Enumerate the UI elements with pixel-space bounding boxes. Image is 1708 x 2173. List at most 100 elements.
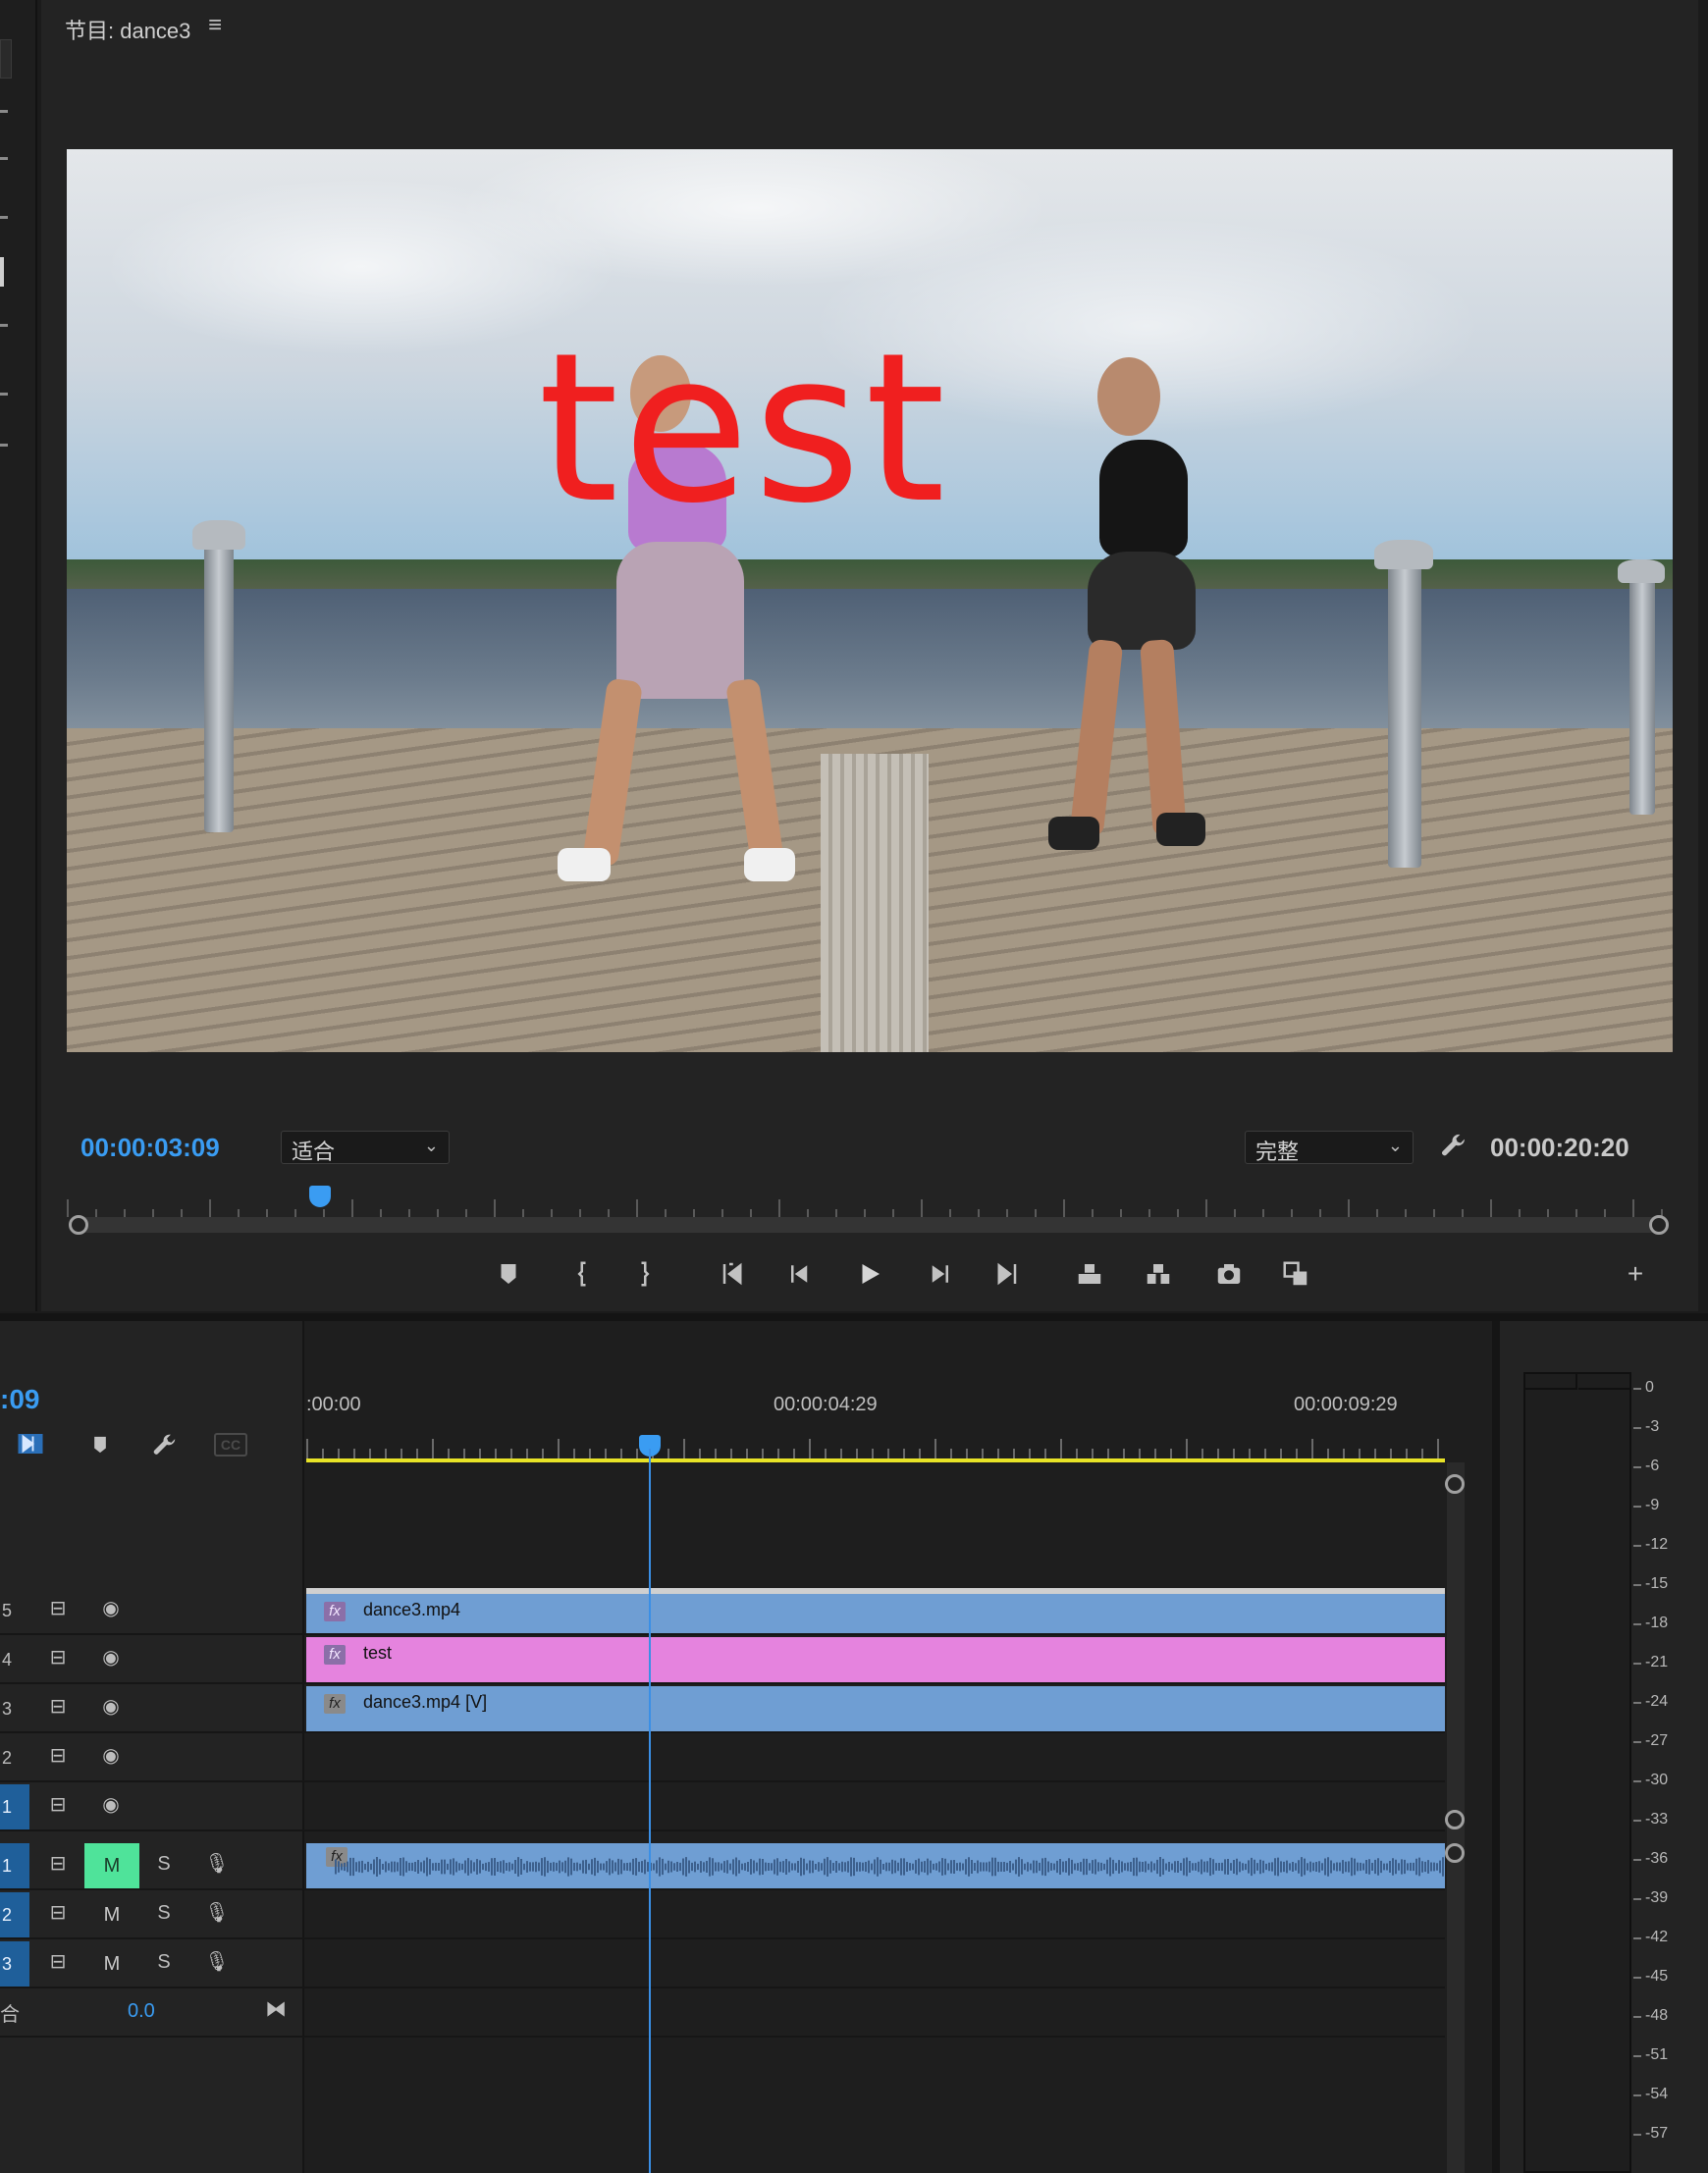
track-label[interactable]: 2	[0, 1735, 29, 1780]
sync-lock-icon[interactable]: ⊟	[43, 1790, 73, 1820]
microphone-icon[interactable]: 🎙	[202, 1947, 232, 1977]
meter-peak-right[interactable]	[1578, 1374, 1631, 1390]
mark-in-icon[interactable]	[561, 1252, 605, 1296]
dock-post-cap	[1618, 559, 1665, 583]
video-track-v1: 1 ⊟ ◉	[0, 1782, 1445, 1831]
eye-icon[interactable]: ◉	[96, 1790, 126, 1820]
video-scroll-handle-top[interactable]	[1445, 1474, 1465, 1494]
resolution-select[interactable]: 完整 ⌄	[1245, 1131, 1414, 1164]
comparison-icon[interactable]	[1274, 1252, 1317, 1296]
clip-test-v4[interactable]: fx test	[306, 1637, 1445, 1682]
title-overlay-text[interactable]: test	[538, 326, 949, 532]
monitor-title[interactable]: 节目: dance3	[65, 14, 190, 45]
track-label[interactable]: 1	[0, 1784, 29, 1829]
microphone-icon[interactable]: 🎙	[202, 1849, 232, 1879]
eye-icon[interactable]: ◉	[96, 1594, 126, 1623]
db-tick	[1633, 1623, 1641, 1625]
db-tick	[1633, 1584, 1641, 1586]
sync-lock-icon[interactable]: ⊟	[43, 1898, 73, 1928]
track-label[interactable]: 1	[0, 1843, 29, 1888]
track-label[interactable]: 2	[0, 1892, 29, 1937]
video-frame[interactable]: test	[67, 149, 1673, 1052]
marker-icon[interactable]	[487, 1252, 530, 1296]
db-label: -39	[1645, 1889, 1669, 1906]
db-label: -51	[1645, 2046, 1669, 2063]
playhead-timecode[interactable]: 00:00:03:09	[80, 1133, 220, 1163]
lift-icon[interactable]	[1068, 1252, 1111, 1296]
solo-button[interactable]: S	[149, 1898, 179, 1928]
fit-select-value: 适合	[292, 1140, 336, 1164]
solo-button[interactable]: S	[149, 1947, 179, 1977]
mute-button[interactable]: M	[84, 1941, 139, 1987]
panel-divider[interactable]	[0, 1313, 1708, 1321]
camera-icon[interactable]	[1207, 1252, 1251, 1296]
go-to-edit-point-icon[interactable]: ⧓	[265, 1996, 287, 2022]
db-label: -42	[1645, 1929, 1669, 1945]
audio-scroll-handle-top[interactable]	[1445, 1843, 1465, 1863]
microphone-icon[interactable]: 🎙	[202, 1898, 232, 1928]
eye-icon[interactable]: ◉	[96, 1643, 126, 1672]
mute-button[interactable]: M	[84, 1843, 139, 1888]
go-to-in-icon[interactable]	[713, 1252, 756, 1296]
dancer-right-top	[1099, 440, 1188, 557]
clip-dance3-v5[interactable]: fx dance3.mp4	[306, 1588, 1445, 1633]
db-tick	[1633, 2134, 1641, 2136]
step-back-icon[interactable]	[779, 1252, 823, 1296]
ruler-tick	[124, 1209, 126, 1217]
track-label[interactable]: 3	[0, 1686, 29, 1731]
zoom-handle-right[interactable]	[1649, 1215, 1669, 1235]
dancer-right-shorts	[1088, 552, 1196, 650]
meter-peak-left[interactable]	[1525, 1374, 1577, 1390]
work-area-bar[interactable]	[306, 1458, 1445, 1462]
ruler-tick	[152, 1209, 154, 1217]
step-forward-icon[interactable]	[917, 1252, 960, 1296]
eye-icon[interactable]: ◉	[96, 1741, 126, 1771]
mix-volume-value[interactable]: 0.0	[128, 2000, 155, 2023]
sync-lock-icon[interactable]: ⊟	[43, 1849, 73, 1879]
db-tick	[1633, 1427, 1641, 1429]
track-label[interactable]: 5	[0, 1588, 29, 1633]
db-tick	[1633, 1506, 1641, 1508]
sync-lock-icon[interactable]: ⊟	[43, 1594, 73, 1623]
clip-dance3-v3[interactable]: fx dance3.mp4 [V]	[306, 1686, 1445, 1731]
add-marker-icon[interactable]	[86, 1431, 116, 1460]
video-scroll-handle-bottom[interactable]	[1445, 1810, 1465, 1829]
timeline-ruler[interactable]: :00:00 00:00:04:29 00:00:09:29	[306, 1394, 1445, 1462]
ruler-tick	[1348, 1199, 1350, 1217]
plus-icon[interactable]: +	[1614, 1252, 1657, 1296]
sync-lock-icon[interactable]: ⊟	[43, 1643, 73, 1672]
timeline-settings-wrench-icon[interactable]	[149, 1431, 179, 1460]
audio-track-a3: 3 ⊟ M S 🎙	[0, 1939, 1445, 1988]
db-label: -18	[1645, 1615, 1669, 1631]
monitor-time-ruler[interactable]	[67, 1188, 1663, 1217]
settings-wrench-icon[interactable]	[1437, 1131, 1468, 1164]
ruler-tick	[579, 1209, 581, 1217]
clip-name: dance3.mp4	[363, 1600, 461, 1619]
extract-icon[interactable]	[1137, 1252, 1180, 1296]
tool-button[interactable]	[0, 39, 12, 79]
timeline-timecode[interactable]: :09	[0, 1384, 39, 1415]
mark-out-icon[interactable]	[622, 1252, 666, 1296]
fit-select[interactable]: 适合 ⌄	[281, 1131, 450, 1164]
captions-icon[interactable]: CC	[214, 1433, 247, 1457]
monitor-playhead-marker[interactable]	[309, 1186, 331, 1207]
ruler-tick	[693, 1209, 695, 1217]
ruler-tick	[437, 1209, 439, 1217]
go-to-out-icon[interactable]	[984, 1252, 1027, 1296]
clip-audio-a1[interactable]: fx	[306, 1843, 1445, 1888]
solo-button[interactable]: S	[149, 1849, 179, 1879]
play-icon[interactable]	[848, 1252, 891, 1296]
fx-badge: fx	[324, 1645, 346, 1665]
hamburger-icon[interactable]: ≡	[208, 12, 222, 39]
track-label[interactable]: 4	[0, 1637, 29, 1682]
mute-button[interactable]: M	[84, 1892, 139, 1937]
sync-lock-icon[interactable]: ⊟	[43, 1741, 73, 1771]
zoom-scrollbar[interactable]	[75, 1217, 1661, 1233]
eye-icon[interactable]: ◉	[96, 1692, 126, 1722]
db-tick	[1633, 2094, 1641, 2096]
track-label[interactable]: 3	[0, 1941, 29, 1987]
zoom-handle-left[interactable]	[69, 1215, 88, 1235]
sync-lock-icon[interactable]: ⊟	[43, 1947, 73, 1977]
sync-lock-icon[interactable]: ⊟	[43, 1692, 73, 1722]
snap-icon[interactable]	[14, 1429, 47, 1462]
